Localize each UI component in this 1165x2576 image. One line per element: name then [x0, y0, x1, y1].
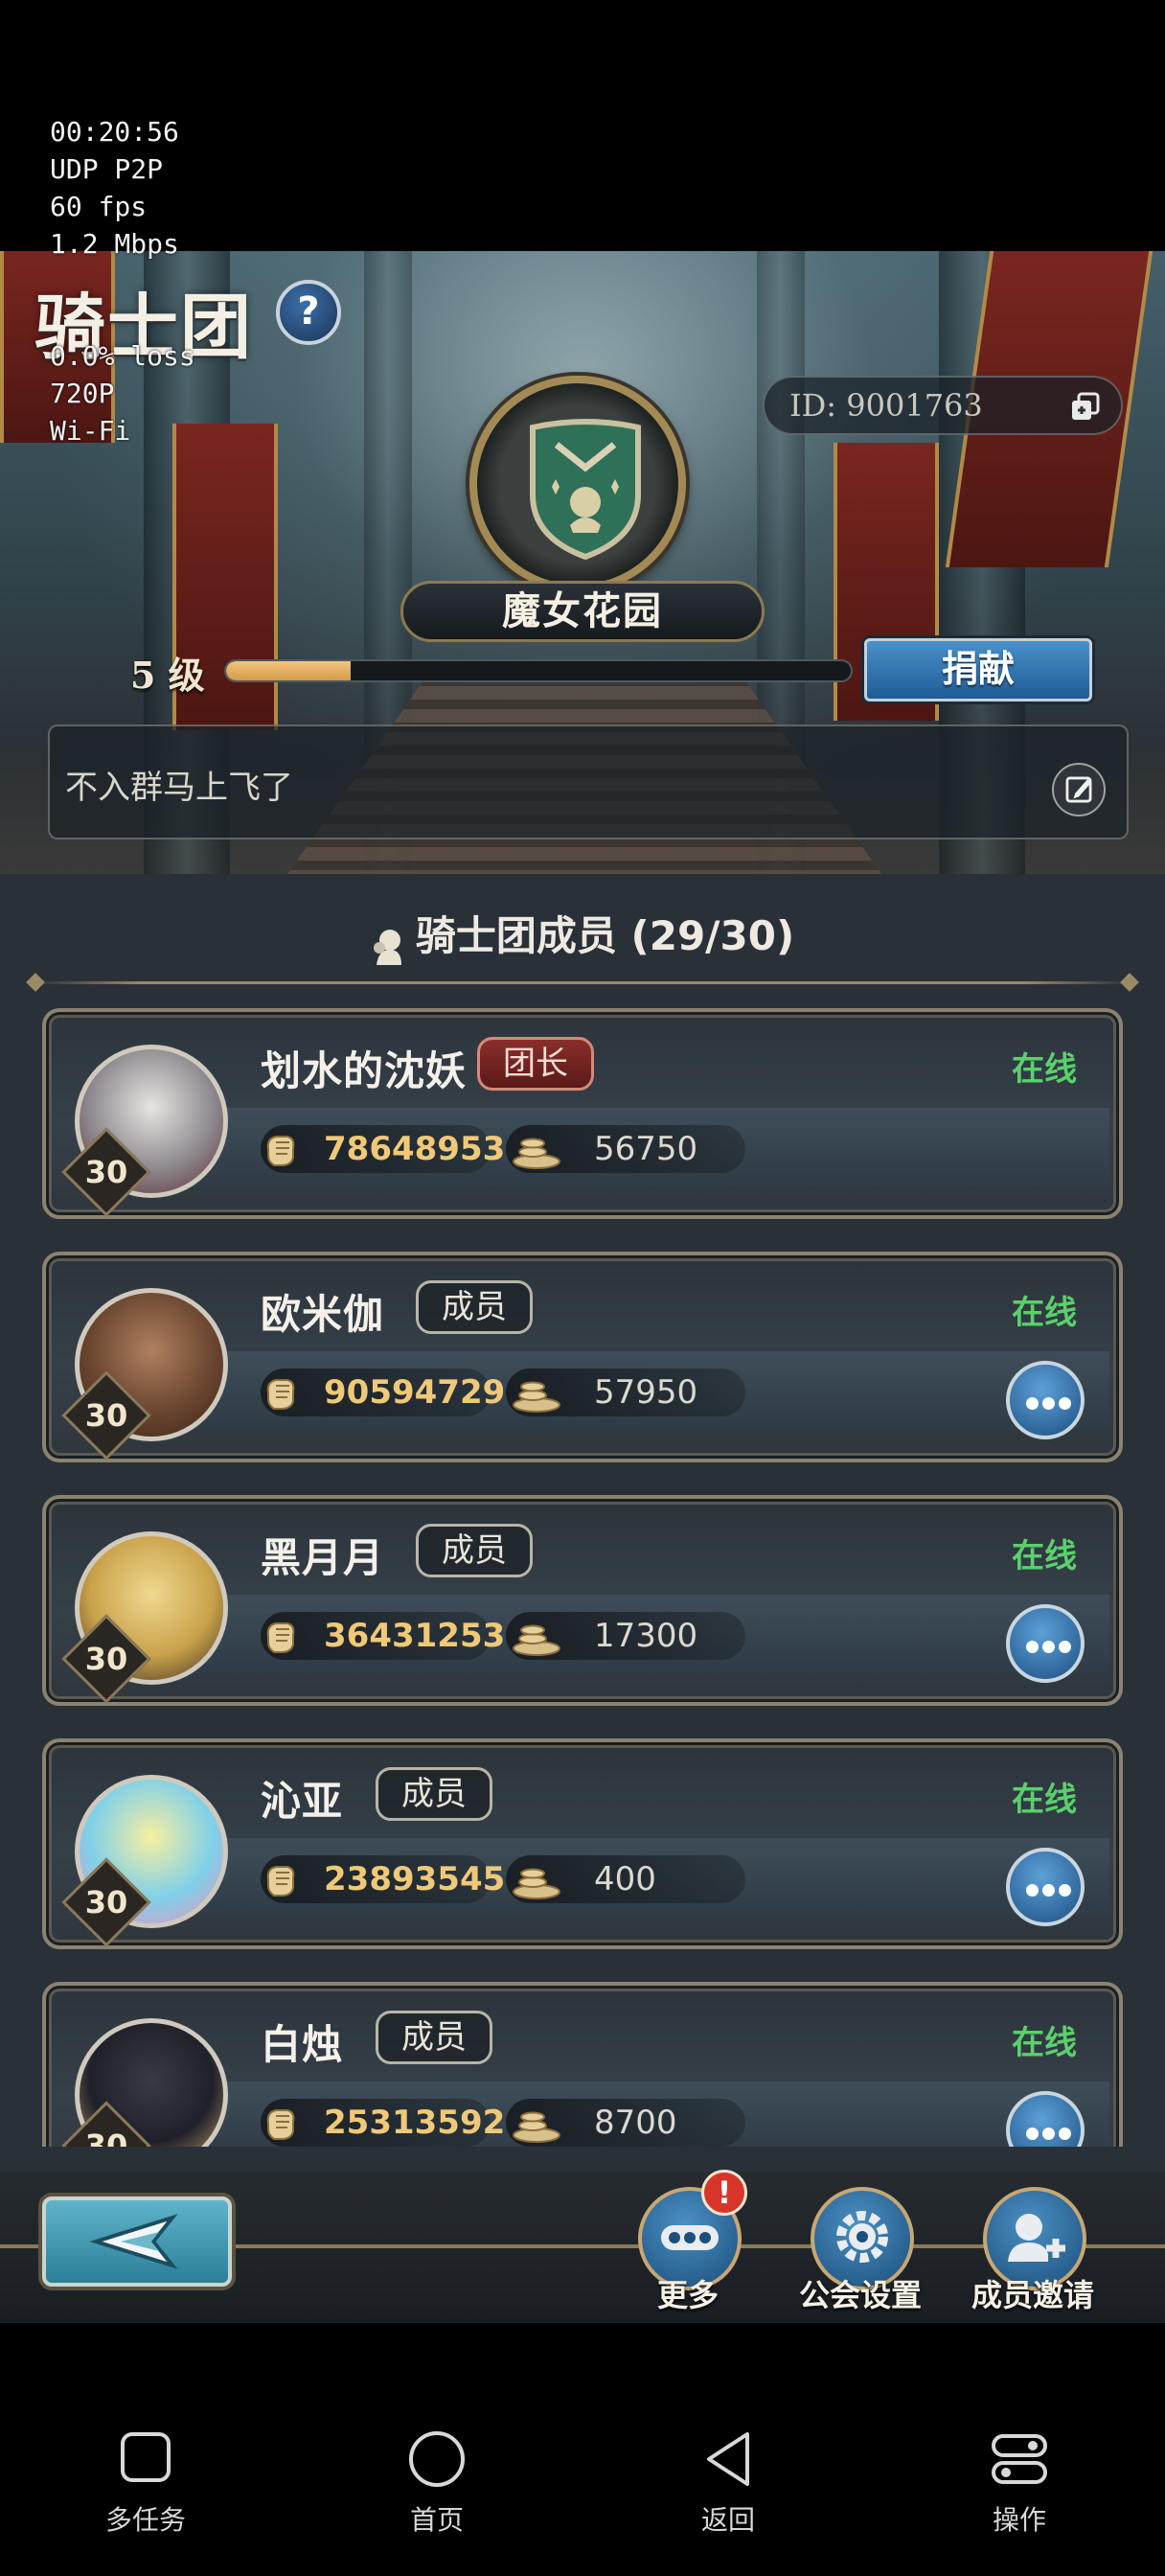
- guild-name-plate: 魔女花园: [400, 581, 765, 642]
- online-status: 在线: [1012, 1294, 1077, 1332]
- system-back-button[interactable]: [632, 2430, 824, 2492]
- fist-icon: [266, 1622, 295, 1653]
- coins-icon: [513, 1624, 560, 1656]
- stream-stats-overlay: 00:20:56 UDP P2P 60 fps 1.2 Mbps 0.0% lo…: [50, 113, 195, 449]
- coins-icon: [513, 2111, 560, 2143]
- guild-notice-box: 不入群马上飞了: [48, 724, 1129, 840]
- member-card[interactable]: 30 沁亚 成员 在线 23893545 400: [42, 1738, 1123, 1949]
- contribution-value: 56750: [594, 1130, 698, 1168]
- member-card[interactable]: 30 黑月月 成员 在线 36431253 17300: [42, 1495, 1123, 1706]
- actions-button[interactable]: [924, 2430, 1115, 2492]
- triangle-back-icon: [707, 2432, 749, 2486]
- member-name: 沁亚: [261, 1778, 344, 1825]
- alert-badge: !: [701, 2170, 747, 2216]
- member-more-button[interactable]: [1006, 1361, 1085, 1439]
- fist-icon: [266, 1379, 295, 1410]
- help-button[interactable]: ?: [276, 280, 341, 345]
- back-arrow-icon: [89, 2214, 178, 2269]
- back-button[interactable]: [42, 2196, 232, 2287]
- coins-icon: [513, 1138, 560, 1169]
- stats-spacer: [50, 300, 195, 337]
- circle-icon: [409, 2431, 465, 2487]
- member-card[interactable]: 30 白烛 成员 在线 25313592 8700: [42, 1982, 1123, 2147]
- contribution-value: 57950: [594, 1373, 698, 1412]
- edit-icon[interactable]: [1052, 763, 1106, 816]
- members-section-header: 骑士团成员 (29/30): [0, 903, 1165, 970]
- stats-resolution: 720P: [50, 378, 115, 409]
- stats-fps: 60 fps: [50, 191, 148, 222]
- member-list[interactable]: 30 划水的沈妖 团长 在线 78648953 56750 30 欧米伽 成员 …: [0, 1008, 1165, 2147]
- member-name: 白烛: [261, 2021, 344, 2068]
- member-more-button[interactable]: [1006, 1848, 1085, 1926]
- role-badge: 成员: [416, 1280, 533, 1334]
- divider-ornament: [26, 973, 45, 992]
- online-status: 在线: [1012, 1781, 1077, 1819]
- stats-spacer: [50, 263, 195, 300]
- online-status: 在线: [1012, 1050, 1077, 1089]
- more-label: 更多: [657, 2277, 720, 2313]
- role-badge: 成员: [376, 1767, 492, 1821]
- member-level: 30: [84, 2128, 128, 2147]
- power-value: 90594729: [324, 1373, 506, 1412]
- toggle-icon: [992, 2434, 1047, 2484]
- member-level: 30: [84, 1641, 128, 1677]
- member-name: 欧米伽: [261, 1291, 385, 1338]
- coins-icon: [513, 1868, 560, 1899]
- stats-bitrate: 1.2 Mbps: [50, 228, 179, 260]
- fist-icon: [266, 2109, 295, 2140]
- stats-network: Wi-Fi: [50, 415, 131, 447]
- role-badge: 成员: [416, 1524, 533, 1577]
- shield-icon: [530, 419, 641, 561]
- fist-icon: [266, 1866, 295, 1897]
- recents-button[interactable]: [50, 2430, 241, 2488]
- guild-name: 魔女花园: [502, 588, 663, 633]
- member-head-icon: [373, 929, 401, 965]
- member-more-button[interactable]: [1006, 1604, 1085, 1683]
- invite-member-label: 成员邀请: [971, 2277, 1095, 2313]
- member-level: 30: [84, 1154, 128, 1190]
- power-value: 36431253: [324, 1617, 506, 1655]
- recents-label: 多任务: [104, 2504, 186, 2536]
- member-card[interactable]: 30 划水的沈妖 团长 在线 78648953 56750: [42, 1008, 1123, 1219]
- coins-icon: [513, 1381, 560, 1413]
- guild-id-box: ID: 9001763: [763, 376, 1123, 435]
- member-level: 30: [84, 1397, 128, 1434]
- copy-icon[interactable]: [1069, 391, 1102, 424]
- contribution-value: 8700: [594, 2104, 677, 2142]
- contribution-value: 400: [594, 1860, 656, 1898]
- actions-label: 操作: [992, 2504, 1046, 2536]
- fist-icon: [266, 1136, 295, 1166]
- guild-notice-text: 不入群马上飞了: [65, 769, 293, 807]
- member-card[interactable]: 30 欧米伽 成员 在线 90594729 57950: [42, 1252, 1123, 1462]
- system-back-label: 返回: [700, 2504, 755, 2536]
- guild-exp-fill: [226, 661, 352, 680]
- section-divider: [33, 981, 1132, 984]
- guild-id-text: ID: 9001763: [789, 387, 983, 424]
- role-badge: 团长: [477, 1037, 594, 1091]
- stats-protocol: UDP P2P: [50, 153, 164, 185]
- power-value: 25313592: [324, 2104, 506, 2142]
- member-name: 黑月月: [261, 1534, 385, 1581]
- stats-loss: 0.0% loss: [50, 340, 195, 372]
- square-icon: [121, 2432, 171, 2482]
- guild-emblem: [469, 376, 686, 592]
- online-status: 在线: [1012, 2024, 1077, 2062]
- member-name: 划水的沈妖: [261, 1047, 468, 1094]
- guild-exp-bar: [224, 659, 853, 682]
- home-label: 首页: [409, 2504, 464, 2536]
- power-value: 23893545: [324, 1860, 506, 1898]
- stats-time: 00:20:56: [50, 116, 179, 148]
- guild-settings-label: 公会设置: [799, 2277, 923, 2313]
- game-screen: 骑士团 ? ID: 9001763 魔女花园 5 级 捐献 不入群马上飞了 骑士…: [0, 251, 1165, 2323]
- online-status: 在线: [1012, 1537, 1077, 1576]
- home-button[interactable]: [341, 2430, 533, 2492]
- members-section-title: 骑士团成员 (29/30): [415, 912, 795, 959]
- power-value: 78648953: [324, 1130, 506, 1168]
- guild-level: 5 级: [130, 654, 205, 697]
- donate-button[interactable]: 捐献: [864, 638, 1092, 702]
- member-level: 30: [84, 1884, 128, 1920]
- contribution-value: 17300: [594, 1617, 698, 1655]
- divider-ornament: [1120, 973, 1139, 992]
- role-badge: 成员: [376, 2011, 492, 2064]
